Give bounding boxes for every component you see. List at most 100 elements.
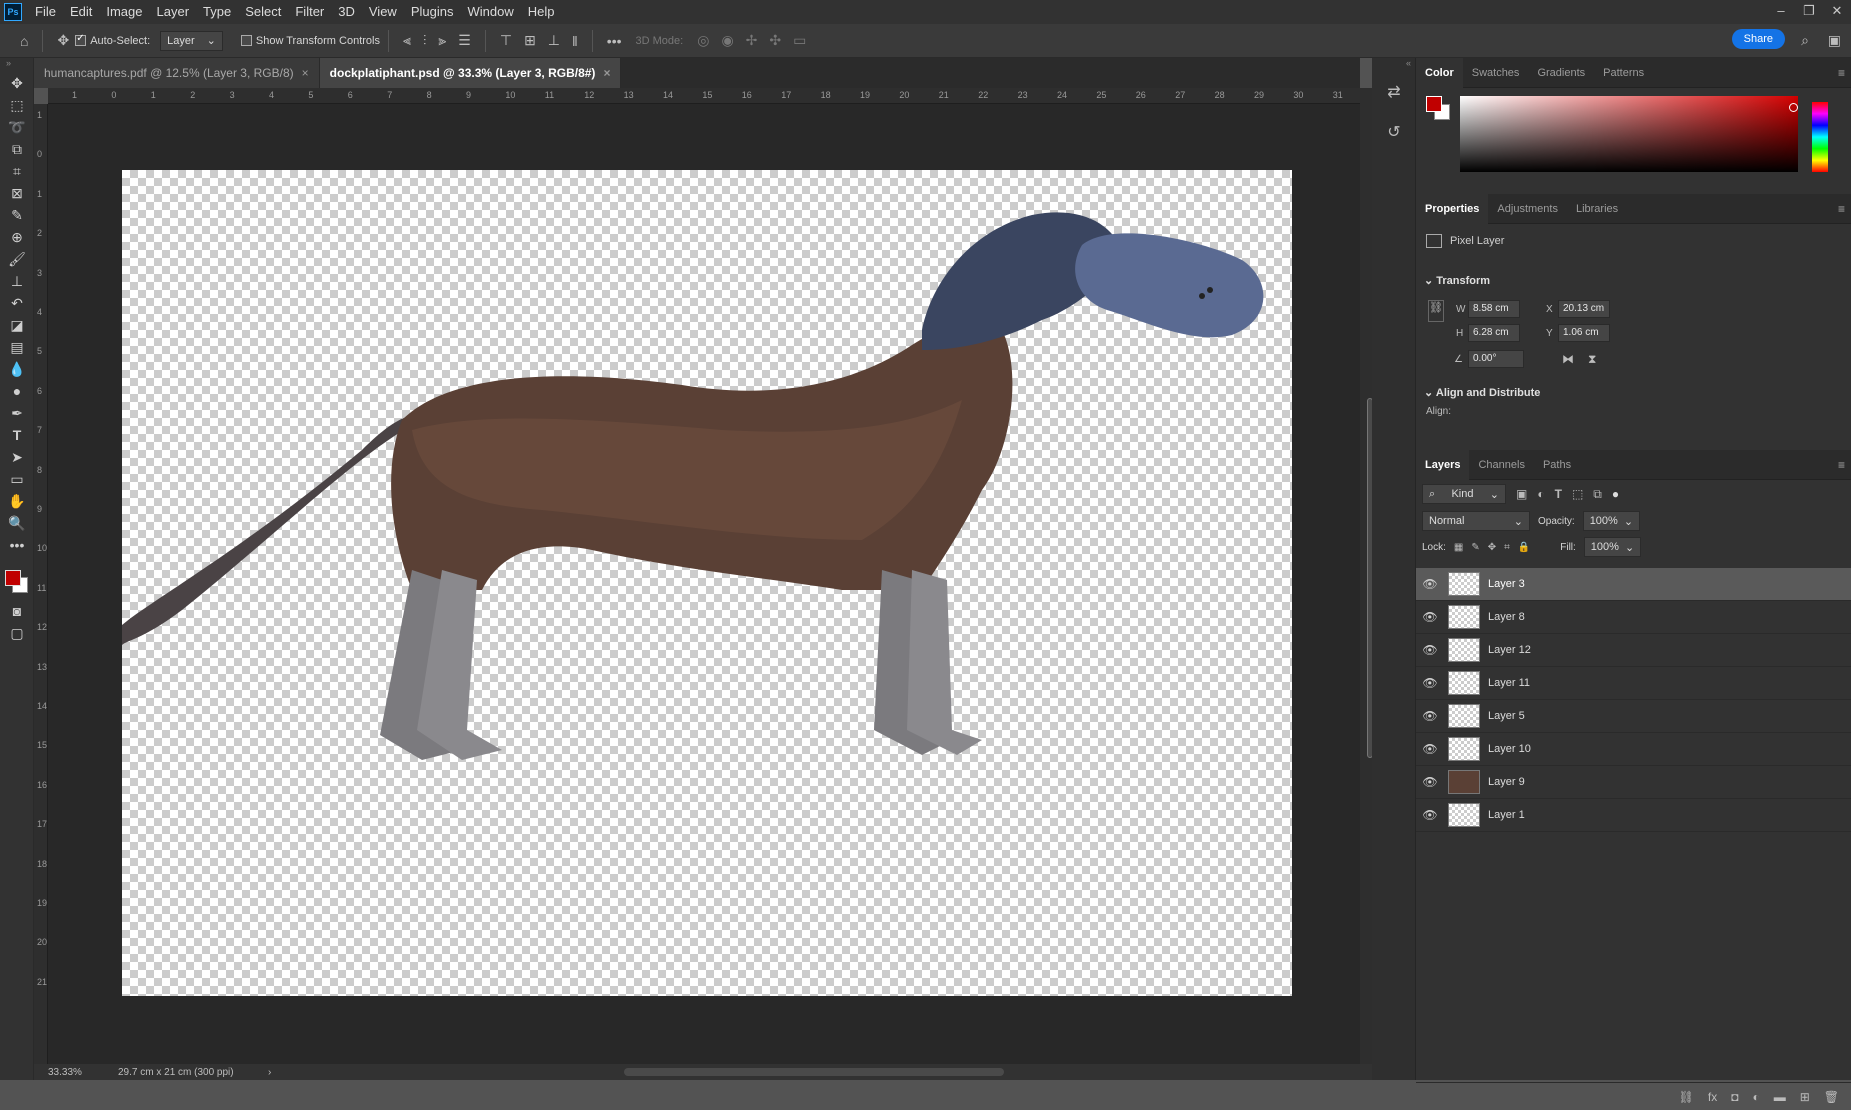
close-tab-icon[interactable]: × bbox=[302, 66, 309, 80]
filter-toggle-icon[interactable]: ● bbox=[1612, 487, 1619, 501]
lock-position-icon[interactable]: ✥ bbox=[1488, 542, 1496, 553]
search-icon[interactable]: ⌕ bbox=[1801, 32, 1809, 49]
blend-mode-dropdown[interactable]: Normal ⌄ bbox=[1422, 511, 1530, 531]
filter-pixel-icon[interactable]: ▣ bbox=[1516, 487, 1527, 501]
menu-layer[interactable]: Layer bbox=[150, 0, 197, 24]
y-field[interactable]: 1.06 cm bbox=[1558, 324, 1610, 342]
menu-view[interactable]: View bbox=[362, 0, 404, 24]
layer-row[interactable]: 👁 Layer 5 bbox=[1416, 700, 1851, 733]
healing-tool-icon[interactable]: ⊕ bbox=[0, 226, 34, 248]
lock-pixels-icon[interactable]: ✎ bbox=[1471, 542, 1479, 553]
rectangle-tool-icon[interactable]: ▭ bbox=[0, 468, 34, 490]
menu-filter[interactable]: Filter bbox=[288, 0, 331, 24]
auto-select-dropdown[interactable]: Layer ⌄ bbox=[160, 30, 223, 51]
menu-type[interactable]: Type bbox=[196, 0, 238, 24]
minimize-button[interactable]: – bbox=[1767, 0, 1795, 24]
color-picker-field[interactable] bbox=[1460, 96, 1798, 172]
gradient-tool-icon[interactable]: ▤ bbox=[0, 336, 34, 358]
adjustment-layer-icon[interactable]: ◐ bbox=[1752, 1090, 1759, 1104]
align-center-icon[interactable]: ⫶ bbox=[423, 32, 427, 49]
tab-layers[interactable]: Layers bbox=[1416, 449, 1470, 480]
lasso-tool-icon[interactable]: ➰ bbox=[0, 116, 34, 138]
lock-all-icon[interactable]: 🔒 bbox=[1518, 542, 1530, 553]
blur-tool-icon[interactable]: 💧 bbox=[0, 358, 34, 380]
tab-patterns[interactable]: Patterns bbox=[1594, 58, 1653, 88]
zoom-level[interactable]: 33.33% bbox=[48, 1067, 118, 1078]
canvas-area[interactable] bbox=[48, 104, 1360, 1064]
eye-icon[interactable]: 👁 bbox=[1416, 610, 1444, 624]
link-icon[interactable]: ⛓ bbox=[1428, 300, 1444, 322]
lock-artboard-icon[interactable]: ⌗ bbox=[1504, 542, 1510, 553]
eye-icon[interactable]: 👁 bbox=[1416, 676, 1444, 690]
height-field[interactable]: 6.28 cm bbox=[1468, 324, 1520, 342]
hue-slider[interactable] bbox=[1812, 102, 1828, 172]
transform-section-header[interactable]: ⌄ Transform bbox=[1424, 274, 1490, 287]
filter-adjustment-icon[interactable]: ◐ bbox=[1537, 487, 1544, 501]
eye-icon[interactable]: 👁 bbox=[1416, 742, 1444, 756]
menu-select[interactable]: Select bbox=[238, 0, 288, 24]
tab-properties[interactable]: Properties bbox=[1416, 193, 1489, 224]
eraser-tool-icon[interactable]: ◪ bbox=[0, 314, 34, 336]
horizontal-scrollbar-thumb[interactable] bbox=[624, 1068, 1004, 1076]
panel-menu-icon[interactable]: ≡ bbox=[1838, 202, 1845, 216]
distribute-vertical-icon[interactable]: ‖ bbox=[572, 33, 578, 49]
layer-row[interactable]: 👁 Layer 1 bbox=[1416, 799, 1851, 832]
layer-row[interactable]: 👁 Layer 3 bbox=[1416, 568, 1851, 601]
vertical-scrollbar[interactable] bbox=[1360, 88, 1373, 1064]
hand-tool-icon[interactable]: ✋ bbox=[0, 490, 34, 512]
tab-swatches[interactable]: Swatches bbox=[1463, 58, 1529, 88]
history-panel-icon[interactable]: ⇄ bbox=[1372, 72, 1416, 112]
menu-help[interactable]: Help bbox=[521, 0, 562, 24]
type-tool-icon[interactable]: T bbox=[0, 424, 34, 446]
layer-row[interactable]: 👁 Layer 8 bbox=[1416, 601, 1851, 634]
kind-filter-dropdown[interactable]: ⌕ Kind ⌄ bbox=[1422, 484, 1506, 504]
move-tool-icon[interactable]: ✥ bbox=[57, 32, 69, 49]
new-layer-icon[interactable]: ⊞ bbox=[1800, 1090, 1810, 1104]
filter-type-icon[interactable]: T bbox=[1555, 487, 1562, 501]
x-field[interactable]: 20.13 cm bbox=[1558, 300, 1610, 318]
align-top-icon[interactable]: ⊤ bbox=[500, 32, 512, 49]
align-right-icon[interactable]: ⫸ bbox=[438, 32, 446, 49]
flip-vertical-icon[interactable]: ⧗ bbox=[1588, 352, 1596, 367]
restore-button[interactable]: ❐ bbox=[1795, 0, 1823, 24]
add-mask-icon[interactable]: ◘ bbox=[1731, 1090, 1738, 1104]
menu-file[interactable]: File bbox=[28, 0, 63, 24]
eyedropper-tool-icon[interactable]: ✎ bbox=[0, 204, 34, 226]
tab-adjustments[interactable]: Adjustments bbox=[1488, 194, 1567, 224]
align-left-icon[interactable]: ⫷ bbox=[403, 32, 411, 49]
filter-smart-object-icon[interactable]: ⧉ bbox=[1593, 487, 1602, 502]
layer-row[interactable]: 👁 Layer 11 bbox=[1416, 667, 1851, 700]
tab-channels[interactable]: Channels bbox=[1469, 450, 1533, 480]
more-tools-icon[interactable]: ••• bbox=[0, 534, 34, 556]
move-tool-icon[interactable]: ✥ bbox=[0, 72, 34, 94]
eye-icon[interactable]: 👁 bbox=[1416, 808, 1444, 822]
show-transform-checkbox[interactable] bbox=[240, 35, 252, 46]
crop-tool-icon[interactable]: ⌗ bbox=[0, 160, 34, 182]
scale-3d-icon[interactable]: ▭ bbox=[793, 32, 806, 49]
zoom-tool-icon[interactable]: 🔍 bbox=[0, 512, 34, 534]
delete-layer-icon[interactable]: 🗑 bbox=[1824, 1090, 1839, 1104]
frame-tool-icon[interactable]: ⊠ bbox=[0, 182, 34, 204]
object-select-tool-icon[interactable]: ⧉ bbox=[0, 138, 34, 160]
history-brush-icon[interactable]: ↶ bbox=[0, 292, 34, 314]
distribute-icon[interactable]: ☰ bbox=[458, 32, 471, 49]
layer-row[interactable]: 👁 Layer 12 bbox=[1416, 634, 1851, 667]
workspace-icon[interactable]: ▣ bbox=[1828, 32, 1841, 49]
close-tab-icon[interactable]: × bbox=[603, 66, 610, 80]
more-options-icon[interactable]: ••• bbox=[607, 33, 622, 49]
tab-paths[interactable]: Paths bbox=[1534, 450, 1580, 480]
auto-select-checkbox[interactable] bbox=[75, 33, 87, 46]
tab-humancaptures[interactable]: humancaptures.pdf @ 12.5% (Layer 3, RGB/… bbox=[34, 58, 320, 88]
menu-plugins[interactable]: Plugins bbox=[404, 0, 461, 24]
eye-icon[interactable]: 👁 bbox=[1416, 775, 1444, 789]
opacity-field[interactable]: 100% ⌄ bbox=[1582, 511, 1641, 531]
pen-tool-icon[interactable]: ✒ bbox=[0, 402, 34, 424]
tab-dockplatiphant[interactable]: dockplatiphant.psd @ 33.3% (Layer 3, RGB… bbox=[319, 58, 622, 88]
drag-3d-icon[interactable]: ✢ bbox=[746, 32, 758, 49]
document-canvas[interactable] bbox=[122, 170, 1292, 996]
stamp-tool-icon[interactable]: ⊥ bbox=[0, 270, 34, 292]
link-layers-icon[interactable]: ⛓ bbox=[1679, 1090, 1694, 1104]
marquee-tool-icon[interactable]: ⬚ bbox=[0, 94, 34, 116]
screen-mode-icon[interactable]: ▢ bbox=[0, 622, 34, 644]
properties-panel-icon[interactable]: ↺ bbox=[1372, 112, 1416, 152]
